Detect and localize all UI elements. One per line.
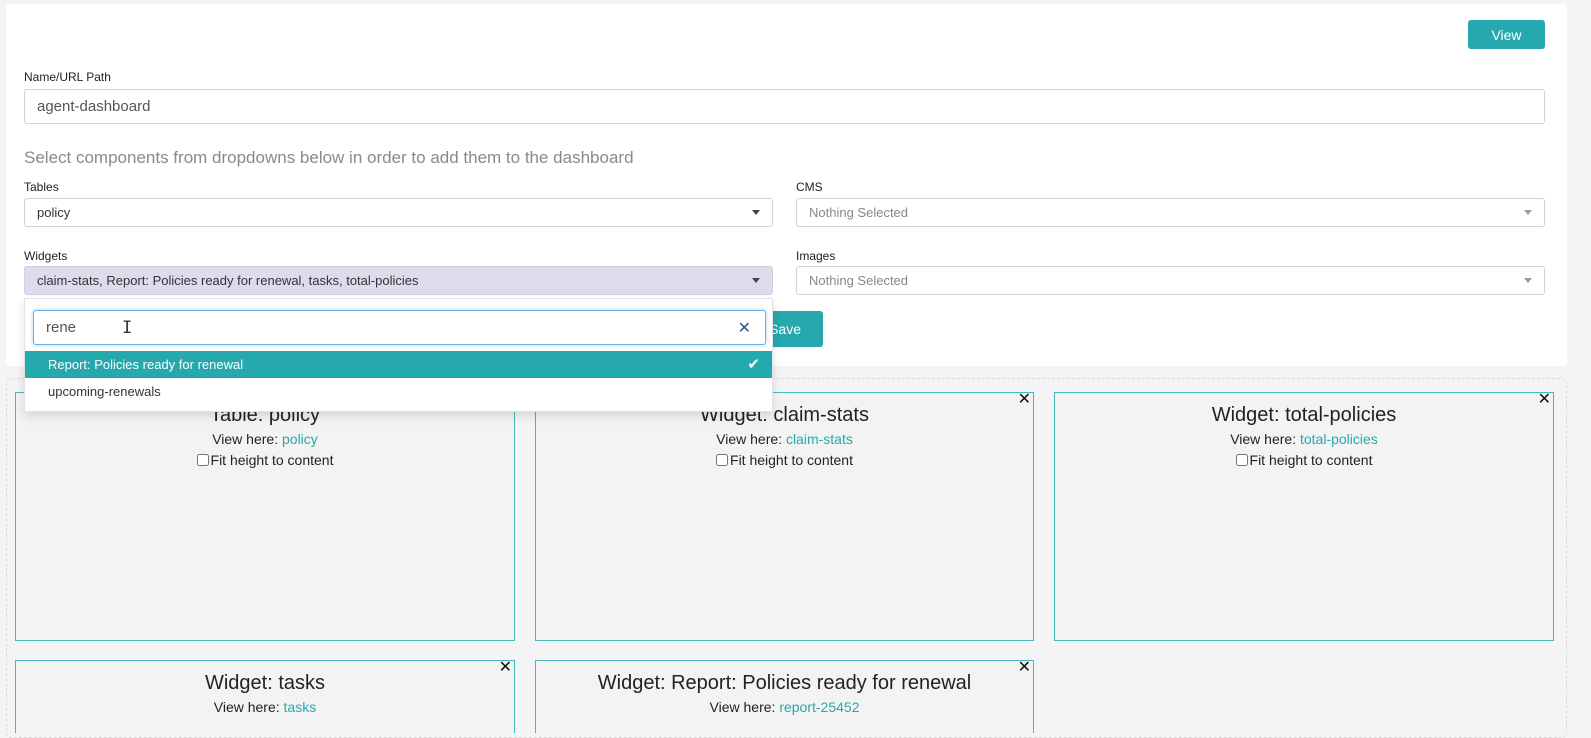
view-here-text: View here: <box>1230 431 1297 447</box>
card-link[interactable]: tasks <box>284 699 317 715</box>
widgets-search-input[interactable] <box>34 311 724 344</box>
widgets-select[interactable]: claim-stats, Report: Policies ready for … <box>24 266 773 295</box>
card-title: Widget: Report: Policies ready for renew… <box>597 672 972 694</box>
close-icon[interactable]: ✕ <box>499 657 512 677</box>
name-url-path-label: Name/URL Path <box>24 70 111 84</box>
close-icon[interactable]: ✕ <box>1018 389 1031 409</box>
caret-down-icon <box>752 278 760 283</box>
images-select[interactable]: Nothing Selected <box>796 266 1545 295</box>
view-here-text: View here: <box>716 431 783 447</box>
caret-down-icon <box>752 210 760 215</box>
widgets-search-box[interactable]: I ✕ <box>33 310 766 345</box>
card-title: Widget: tasks <box>204 672 326 694</box>
fit-height-option[interactable]: Fit height to content <box>16 452 514 468</box>
dropdown-option[interactable]: Report: Policies ready for renewal ✔ <box>25 351 772 378</box>
card-link[interactable]: total-policies <box>1300 431 1378 447</box>
fit-height-label: Fit height to content <box>210 452 334 468</box>
fit-height-option[interactable]: Fit height to content <box>536 452 1033 468</box>
text-cursor-icon: I <box>122 318 133 338</box>
card-title: Widget: total-policies <box>1211 404 1397 426</box>
checkmark-icon: ✔ <box>747 356 760 373</box>
dashboard-card[interactable]: ✕ Widget: total-policies View here: tota… <box>1054 389 1554 641</box>
fit-height-checkbox[interactable] <box>1235 454 1248 466</box>
tables-select[interactable]: policy <box>24 198 773 227</box>
fit-height-checkbox[interactable] <box>716 454 729 466</box>
view-here-text: View here: <box>709 699 776 715</box>
card-view-line: View here: policy <box>16 431 514 447</box>
card-view-line: View here: claim-stats <box>536 431 1033 447</box>
images-select-value: Nothing Selected <box>809 273 909 288</box>
dashboard-card[interactable]: Table: policy View here: policy Fit heig… <box>15 392 515 641</box>
widgets-dropdown-menu: I ✕ Report: Policies ready for renewal ✔… <box>24 298 773 412</box>
tables-select-value: policy <box>37 205 71 220</box>
close-icon[interactable]: ✕ <box>1538 389 1551 409</box>
caret-down-icon <box>1524 210 1532 215</box>
dashboard-card[interactable]: ✕ Widget: tasks View here: tasks <box>15 657 515 733</box>
widgets-label: Widgets <box>24 249 68 263</box>
card-view-line: View here: report-25452 <box>536 699 1033 715</box>
fit-height-option[interactable]: Fit height to content <box>1055 452 1553 468</box>
fit-height-checkbox[interactable] <box>196 454 209 466</box>
name-url-path-input[interactable] <box>24 89 1545 124</box>
card-link[interactable]: report-25452 <box>779 699 859 715</box>
caret-down-icon <box>1524 278 1532 283</box>
cms-select[interactable]: Nothing Selected <box>796 198 1545 227</box>
fit-height-label: Fit height to content <box>1249 452 1373 468</box>
dashboard-card[interactable]: ✕ Widget: claim-stats View here: claim-s… <box>535 389 1034 641</box>
view-button[interactable]: View <box>1468 20 1545 49</box>
dashboard-card[interactable]: ✕ Widget: Report: Policies ready for ren… <box>535 657 1034 733</box>
dropdown-option[interactable]: upcoming-renewals <box>25 378 772 405</box>
cms-label: CMS <box>796 180 823 194</box>
fit-height-label: Fit height to content <box>730 452 853 468</box>
view-here-text: View here: <box>212 431 279 447</box>
cms-select-value: Nothing Selected <box>809 205 909 220</box>
dropdown-option-label: upcoming-renewals <box>48 384 161 399</box>
close-icon[interactable]: ✕ <box>1018 657 1031 677</box>
card-view-line: View here: tasks <box>16 699 514 715</box>
clear-search-icon[interactable]: ✕ <box>738 318 751 338</box>
card-view-line: View here: total-policies <box>1055 431 1553 447</box>
dropdown-option-label: Report: Policies ready for renewal <box>48 357 244 372</box>
view-here-text: View here: <box>213 699 280 715</box>
images-label: Images <box>796 249 836 263</box>
card-link[interactable]: policy <box>282 431 318 447</box>
tables-label: Tables <box>24 180 59 194</box>
card-link[interactable]: claim-stats <box>786 431 853 447</box>
widgets-select-value: claim-stats, Report: Policies ready for … <box>37 273 419 288</box>
components-hint: Select components from dropdowns below i… <box>24 148 634 167</box>
